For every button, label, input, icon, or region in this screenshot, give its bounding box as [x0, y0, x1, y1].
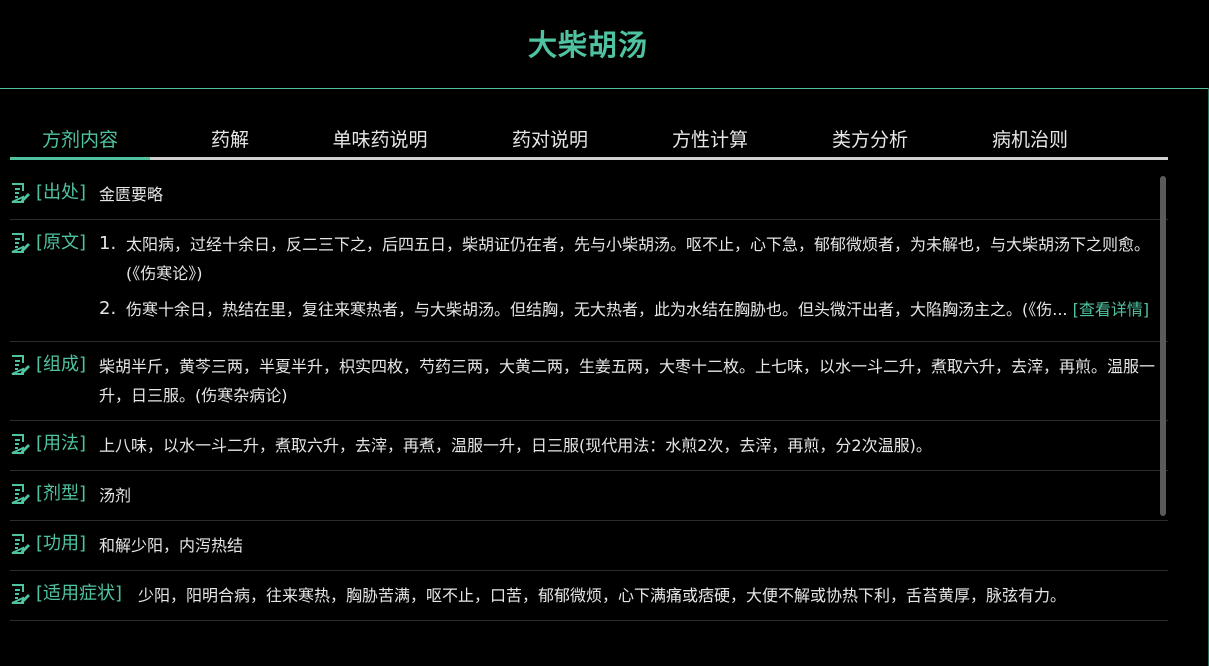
- title-divider: [0, 88, 1209, 89]
- section-usage: [用法] 上八味，以水一斗二升，煮取六升，去滓，再煮，温服一升，日三服(现代用法…: [10, 421, 1168, 471]
- view-details-link[interactable]: [查看详情]: [1073, 300, 1150, 319]
- tab-herb-explanation[interactable]: 药解: [190, 126, 270, 157]
- document-edit-icon: [11, 434, 30, 454]
- item-number: 2.: [99, 298, 117, 319]
- section-text: 和解少阳，内泻热结: [99, 536, 244, 555]
- item-text: 伤寒十余日，热结在里，复往来寒热者，与大柴胡汤。但结胸，无大热者，此为水结在胸胁…: [126, 300, 1068, 319]
- tab-herb-pairs[interactable]: 药对说明: [500, 126, 600, 157]
- document-edit-icon: [11, 355, 30, 375]
- section-text: 1. 太阳病，过经十余日，反二三下之，后四五日，柴胡证仍在者，先与小柴胡汤。呕不…: [99, 230, 1168, 324]
- section-label: [用法]: [36, 433, 87, 454]
- document-edit-icon: [11, 534, 30, 554]
- tab-single-herb[interactable]: 单味药说明: [320, 126, 440, 157]
- section-text: 柴胡半斤，黄芩三两，半夏半升，枳实四枚，芍药三两，大黄二两，生姜五两，大枣十二枚…: [99, 357, 1156, 405]
- section-effect: [功用] 和解少阳，内泻热结: [10, 521, 1168, 571]
- section-composition: [组成] 柴胡半斤，黄芩三两，半夏半升，枳实四枚，芍药三两，大黄二两，生姜五两，…: [10, 342, 1168, 421]
- tab-formula-content[interactable]: 方剂内容: [10, 126, 150, 157]
- document-edit-icon: [11, 484, 30, 504]
- section-label: [出处]: [36, 182, 87, 203]
- section-text: 少阳，阳明合病，往来寒热，胸胁苦满，呕不止，口苦，郁郁微烦，心下满痛或痞硬，大便…: [138, 586, 1067, 605]
- list-item: 1. 太阳病，过经十余日，反二三下之，后四五日，柴胡证仍在者，先与小柴胡汤。呕不…: [99, 230, 1168, 288]
- list-item: 2. 伤寒十余日，热结在里，复往来寒热者，与大柴胡汤。但结胸，无大热者，此为水结…: [99, 295, 1168, 324]
- item-text: 太阳病，过经十余日，反二三下之，后四五日，柴胡证仍在者，先与小柴胡汤。呕不止，心…: [126, 235, 1151, 283]
- vertical-scrollbar[interactable]: [1160, 176, 1166, 516]
- tab-bar-line: [10, 157, 1168, 160]
- section-dosage-form: [剂型] 汤剂: [10, 471, 1168, 521]
- section-label: [组成]: [36, 354, 87, 375]
- formula-content-panel: [出处] 金匮要略 [原文] 1. 太阳病，过经十余日，反二三下之，后四五日，柴…: [10, 170, 1168, 666]
- tab-bar: 方剂内容 药解 单味药说明 药对说明 方性计算 类方分析 病机治则: [10, 126, 1168, 160]
- section-text: 金匮要略: [99, 185, 164, 204]
- page-title: 大柴胡汤: [527, 28, 648, 62]
- tab-formula-calc[interactable]: 方性计算: [660, 126, 760, 157]
- section-label: [功用]: [36, 533, 87, 554]
- section-text: 上八味，以水一斗二升，煮取六升，去滓，再煮，温服一升，日三服(现代用法：水煎2次…: [99, 436, 932, 455]
- document-edit-icon: [11, 183, 30, 203]
- section-source: [出处] 金匮要略: [10, 170, 1168, 220]
- section-label: [剂型]: [36, 483, 87, 504]
- document-edit-icon: [11, 233, 30, 253]
- section-text: 汤剂: [99, 486, 132, 505]
- section-label: [适用症状]: [36, 583, 123, 604]
- section-original-text: [原文] 1. 太阳病，过经十余日，反二三下之，后四五日，柴胡证仍在者，先与小柴…: [10, 220, 1168, 342]
- tab-similar-formulas[interactable]: 类方分析: [820, 126, 920, 157]
- section-label: [原文]: [36, 232, 87, 253]
- active-tab-indicator: [10, 157, 150, 160]
- item-number: 1.: [99, 233, 117, 254]
- tab-pathogenesis[interactable]: 病机治则: [980, 126, 1080, 157]
- document-edit-icon: [11, 584, 30, 604]
- section-indications: [适用症状] 少阳，阳明合病，往来寒热，胸胁苦满，呕不止，口苦，郁郁微烦，心下满…: [10, 571, 1168, 621]
